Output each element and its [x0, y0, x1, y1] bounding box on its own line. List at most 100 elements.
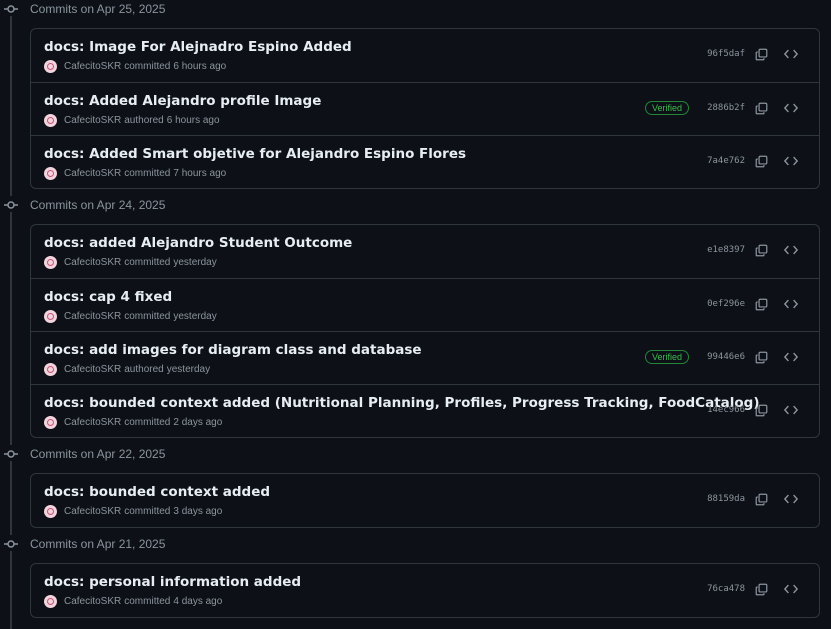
- commit-meta: CafecitoSKR committed 3 days ago: [44, 505, 222, 518]
- timeline-line: [10, 16, 12, 196]
- commit-meta: CafecitoSKR committed 6 hours ago: [44, 60, 226, 73]
- commit-row: docs: personal information added Cafecito…: [31, 564, 819, 617]
- commit-row: docs: bounded context added CafecitoSKR co…: [31, 474, 819, 527]
- author-link[interactable]: CafecitoSKR: [64, 311, 121, 322]
- commit-row: docs: added Alejandro Student Outcome Caf…: [31, 225, 819, 278]
- commit-verb: authored: [124, 115, 164, 126]
- commit-verb: committed: [124, 311, 171, 322]
- timeline-line: [10, 551, 12, 629]
- commit-sha-link[interactable]: 7a4e762: [707, 156, 745, 166]
- commit-time: 6 hours ago: [173, 61, 227, 72]
- group-title: Commits on Apr 24, 2025: [30, 198, 166, 212]
- verified-badge[interactable]: Verified: [644, 350, 689, 364]
- commit-message-link[interactable]: docs: bounded context added: [44, 484, 270, 500]
- commit-message-link[interactable]: docs: Image For Alejnadro Espino Added: [44, 39, 352, 55]
- git-commit-icon: [4, 198, 18, 212]
- commit-row: docs: bounded context added (Nutritional…: [31, 384, 819, 437]
- commit-verb: committed: [124, 417, 171, 428]
- timeline-line: [10, 212, 12, 445]
- code-browse-icon[interactable]: [783, 296, 799, 312]
- author-link[interactable]: CafecitoSKR: [64, 364, 121, 375]
- commit-time: 4 days ago: [173, 596, 223, 607]
- copy-icon[interactable]: [753, 402, 769, 418]
- commit-sha-link[interactable]: 96f5daf: [707, 49, 745, 59]
- copy-icon[interactable]: [753, 153, 769, 169]
- avatar[interactable]: [44, 595, 57, 608]
- copy-icon[interactable]: [753, 491, 769, 507]
- commit-sha-link[interactable]: 14ec966: [707, 405, 745, 415]
- commit-sha-link[interactable]: 88159da: [707, 494, 745, 504]
- author-link[interactable]: CafecitoSKR: [64, 257, 121, 268]
- commit-row: docs: Image For Alejnadro Espino Added Ca…: [31, 29, 819, 82]
- avatar[interactable]: [44, 60, 57, 73]
- avatar[interactable]: [44, 114, 57, 127]
- author-link[interactable]: CafecitoSKR: [64, 417, 121, 428]
- commit-sha-link[interactable]: 99446e6: [707, 352, 745, 362]
- code-browse-icon[interactable]: [783, 100, 799, 116]
- avatar[interactable]: [44, 363, 57, 376]
- commit-meta: CafecitoSKR committed yesterday: [44, 256, 217, 269]
- timeline-line: [10, 461, 12, 535]
- avatar[interactable]: [44, 310, 57, 323]
- git-commit-icon: [4, 537, 18, 551]
- commit-sha-link[interactable]: 76ca478: [707, 584, 745, 594]
- commit-time: yesterday: [166, 364, 211, 375]
- commit-time: 3 days ago: [173, 506, 223, 517]
- commit-group: docs: added Alejandro Student Outcome Caf…: [30, 224, 820, 438]
- copy-icon[interactable]: [753, 100, 769, 116]
- author-link[interactable]: CafecitoSKR: [64, 596, 121, 607]
- code-browse-icon[interactable]: [783, 242, 799, 258]
- code-browse-icon[interactable]: [783, 349, 799, 365]
- commit-row: docs: Added Alejandro profile Image Cafec…: [31, 82, 819, 135]
- group-title: Commits on Apr 22, 2025: [30, 447, 166, 461]
- avatar[interactable]: [44, 416, 57, 429]
- commit-meta: CafecitoSKR authored yesterday: [44, 363, 210, 376]
- commit-time: 2 days ago: [173, 417, 223, 428]
- commit-message-link[interactable]: docs: personal information added: [44, 574, 301, 590]
- commit-row: docs: Added Smart objetive for Alejandro…: [31, 135, 819, 188]
- commit-message-link[interactable]: docs: Added Smart objetive for Alejandro…: [44, 146, 466, 162]
- author-link[interactable]: CafecitoSKR: [64, 506, 121, 517]
- commit-verb: committed: [124, 596, 171, 607]
- commit-verb: committed: [124, 61, 171, 72]
- commit-verb: authored: [124, 364, 164, 375]
- code-browse-icon[interactable]: [783, 581, 799, 597]
- copy-icon[interactable]: [753, 46, 769, 62]
- commit-message-link[interactable]: docs: add images for diagram class and d…: [44, 342, 422, 358]
- group-title: Commits on Apr 25, 2025: [30, 2, 166, 16]
- commit-time: yesterday: [173, 257, 217, 268]
- commit-message-link[interactable]: docs: bounded context added (Nutritional…: [44, 395, 760, 411]
- copy-icon[interactable]: [753, 242, 769, 258]
- commit-timeline: Commits on Apr 25, 2025 docs: Image For A…: [0, 0, 831, 629]
- commit-verb: committed: [124, 257, 171, 268]
- copy-icon[interactable]: [753, 349, 769, 365]
- commit-message-link[interactable]: docs: added Alejandro Student Outcome: [44, 235, 352, 251]
- verified-badge[interactable]: Verified: [644, 101, 689, 115]
- git-commit-icon: [4, 447, 18, 461]
- code-browse-icon[interactable]: [783, 491, 799, 507]
- commit-meta: CafecitoSKR committed 4 days ago: [44, 595, 222, 608]
- code-browse-icon[interactable]: [783, 402, 799, 418]
- group-title: Commits on Apr 21, 2025: [30, 537, 166, 551]
- git-commit-icon: [4, 2, 18, 16]
- avatar[interactable]: [44, 167, 57, 180]
- commit-group: docs: bounded context added CafecitoSKR co…: [30, 473, 820, 528]
- commit-message-link[interactable]: docs: cap 4 fixed: [44, 289, 172, 305]
- commit-sha-link[interactable]: e1e8397: [707, 245, 745, 255]
- commit-message-link[interactable]: docs: Added Alejandro profile Image: [44, 93, 321, 109]
- commit-row: docs: add images for diagram class and d…: [31, 331, 819, 384]
- author-link[interactable]: CafecitoSKR: [64, 115, 121, 126]
- code-browse-icon[interactable]: [783, 153, 799, 169]
- commit-sha-link[interactable]: 2886b2f: [707, 103, 745, 113]
- commit-meta: CafecitoSKR committed 7 hours ago: [44, 167, 226, 180]
- commit-time: 6 hours ago: [166, 115, 220, 126]
- commit-sha-link[interactable]: 0ef296e: [707, 299, 745, 309]
- commit-meta: CafecitoSKR committed 2 days ago: [44, 416, 222, 429]
- avatar[interactable]: [44, 256, 57, 269]
- author-link[interactable]: CafecitoSKR: [64, 168, 121, 179]
- code-browse-icon[interactable]: [783, 46, 799, 62]
- copy-icon[interactable]: [753, 581, 769, 597]
- avatar[interactable]: [44, 505, 57, 518]
- author-link[interactable]: CafecitoSKR: [64, 61, 121, 72]
- copy-icon[interactable]: [753, 296, 769, 312]
